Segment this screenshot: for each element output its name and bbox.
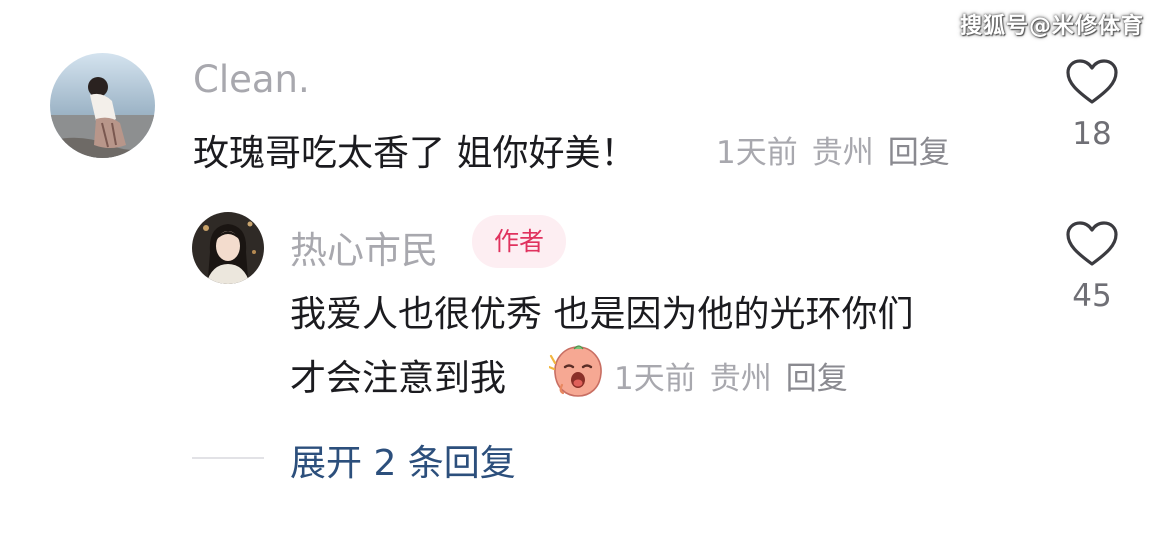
reply-text-line-1: 我爱人也很优秀 也是因为他的光环你们 bbox=[290, 294, 914, 335]
comment-like-count: 18 bbox=[1072, 116, 1112, 152]
comment-location: 贵州 bbox=[811, 135, 874, 171]
avatar[interactable] bbox=[50, 53, 155, 158]
expand-divider bbox=[192, 457, 264, 459]
author-badge: 作者 bbox=[472, 215, 566, 268]
comment-text: 玫瑰哥吃太香了 姐你好美！ bbox=[193, 133, 637, 174]
reply-like-count: 45 bbox=[1072, 278, 1112, 314]
reply-text-line-2: 才会注意到我 bbox=[290, 358, 507, 399]
reply-time: 1天前 bbox=[614, 361, 696, 397]
comment-time: 1天前 bbox=[716, 135, 798, 171]
avatar-image bbox=[50, 53, 155, 158]
crying-face-emoji bbox=[547, 343, 607, 399]
heart-outline-icon bbox=[1066, 221, 1118, 266]
reply-username[interactable]: 热心市民 bbox=[290, 220, 438, 274]
comment-meta: 1天前 贵州 回复 bbox=[716, 127, 950, 172]
reply-reply-button[interactable]: 回复 bbox=[786, 361, 848, 397]
reply-meta: 1天前 贵州 回复 bbox=[614, 353, 848, 398]
comment-like-button[interactable]: 18 bbox=[1062, 58, 1122, 152]
comment-reply-button[interactable]: 回复 bbox=[888, 135, 950, 171]
watermark: 搜狐号@米修体育 bbox=[959, 14, 1144, 39]
reply-like-button[interactable]: 45 bbox=[1062, 220, 1122, 314]
heart-outline-icon bbox=[1066, 59, 1118, 104]
expand-replies-link[interactable]: 展开 2 条回复 bbox=[290, 434, 516, 486]
reply-avatar[interactable] bbox=[192, 212, 264, 284]
comment-username[interactable]: Clean. bbox=[193, 58, 310, 101]
reply-avatar-image bbox=[192, 212, 264, 284]
reply-location: 贵州 bbox=[709, 361, 772, 397]
